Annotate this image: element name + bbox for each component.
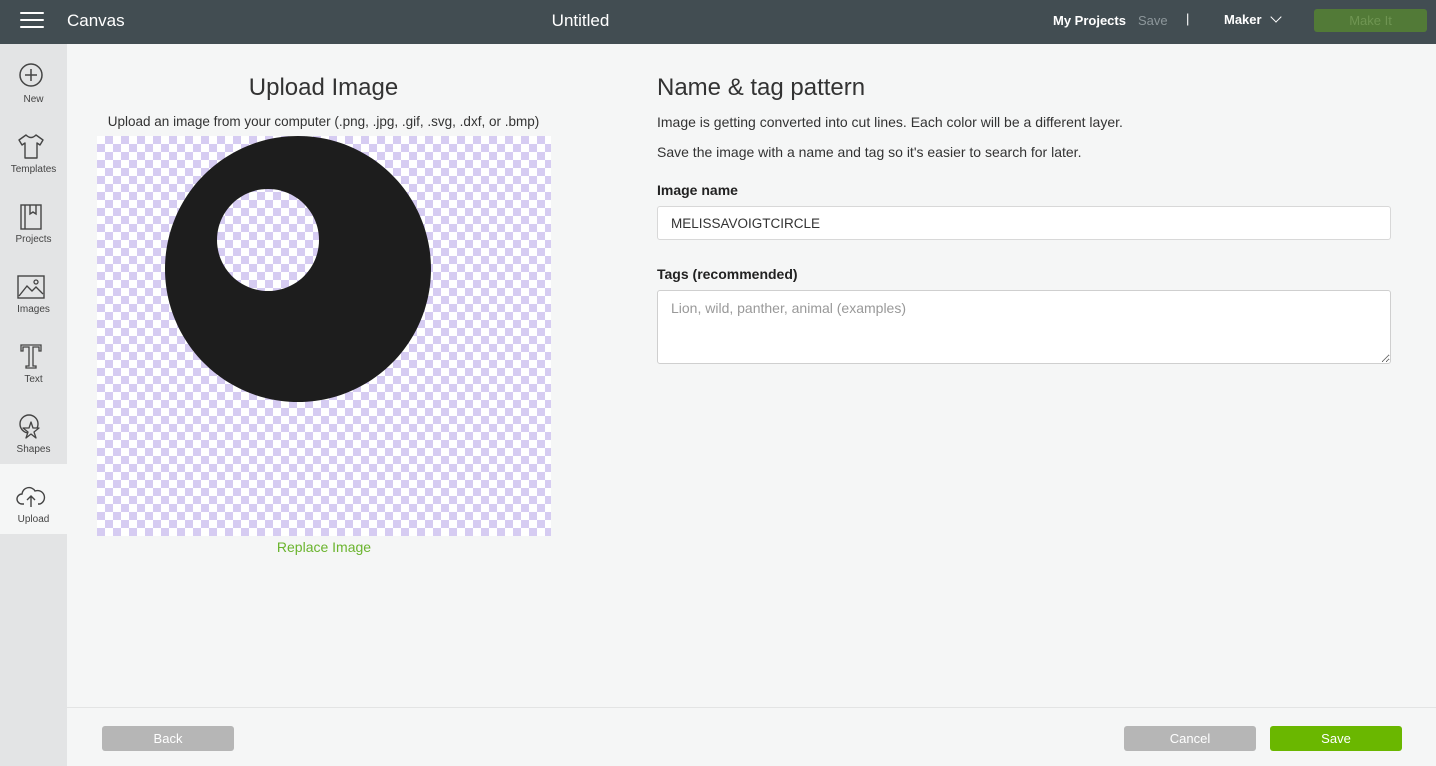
- image-icon: [17, 275, 45, 299]
- sidebar-item-projects[interactable]: Projects: [0, 184, 67, 254]
- upload-description: Upload an image from your computer (.png…: [107, 114, 540, 129]
- image-name-input[interactable]: [657, 206, 1391, 240]
- sidebar-item-label: Upload: [17, 514, 50, 525]
- plus-circle-icon: [19, 63, 43, 87]
- text-t-icon: [20, 344, 42, 369]
- sidebar-item-new[interactable]: New: [0, 44, 67, 114]
- sidebar-item-templates[interactable]: Templates: [0, 114, 67, 184]
- uploaded-circle-image: [164, 136, 431, 402]
- save-button[interactable]: Save: [1270, 726, 1402, 751]
- image-preview: [97, 136, 551, 536]
- footer-bar: Back Cancel Save: [67, 707, 1436, 766]
- chevron-down-icon: [1269, 11, 1282, 23]
- sidebar-item-label: Text: [24, 374, 43, 385]
- info-text-save-hint: Save the image with a name and tag so it…: [657, 144, 1082, 160]
- machine-selector[interactable]: Maker: [1224, 11, 1282, 27]
- tags-label: Tags (recommended): [657, 266, 798, 282]
- tshirt-icon: [18, 134, 44, 159]
- replace-image-link[interactable]: Replace Image: [97, 539, 551, 555]
- sidebar-item-text[interactable]: Text: [0, 324, 67, 394]
- make-it-button[interactable]: Make It: [1314, 9, 1427, 32]
- upload-title: Upload Image: [248, 74, 399, 101]
- cancel-button[interactable]: Cancel: [1124, 726, 1256, 751]
- sidebar-item-upload[interactable]: Upload: [0, 464, 67, 534]
- notebook-icon: [20, 204, 42, 230]
- image-name-label: Image name: [657, 182, 738, 198]
- header-separator: |: [1186, 11, 1190, 26]
- machine-label: Maker: [1224, 12, 1262, 27]
- info-text-cut-lines: Image is getting converted into cut line…: [657, 114, 1123, 130]
- top-bar: Canvas Untitled My Projects Save | Maker…: [0, 0, 1436, 44]
- header-save-button[interactable]: Save: [1138, 13, 1168, 28]
- sidebar-item-label: Projects: [15, 234, 52, 245]
- sidebar-item-label: Shapes: [16, 444, 51, 455]
- tags-textarea[interactable]: [657, 290, 1391, 364]
- back-button[interactable]: Back: [102, 726, 234, 751]
- shapes-icon: [19, 414, 40, 439]
- sidebar-item-shapes[interactable]: Shapes: [0, 394, 67, 464]
- sidebar: New Templates Projects Images Text Shape…: [0, 44, 67, 766]
- cloud-upload-icon: [16, 486, 46, 507]
- my-projects-link[interactable]: My Projects: [1053, 13, 1126, 28]
- sidebar-item-images[interactable]: Images: [0, 254, 67, 324]
- sidebar-item-label: Images: [17, 304, 50, 315]
- sidebar-item-label: New: [23, 94, 44, 105]
- sidebar-item-label: Templates: [10, 164, 57, 175]
- name-tag-title: Name & tag pattern: [657, 74, 866, 101]
- document-title[interactable]: Untitled: [0, 11, 1161, 31]
